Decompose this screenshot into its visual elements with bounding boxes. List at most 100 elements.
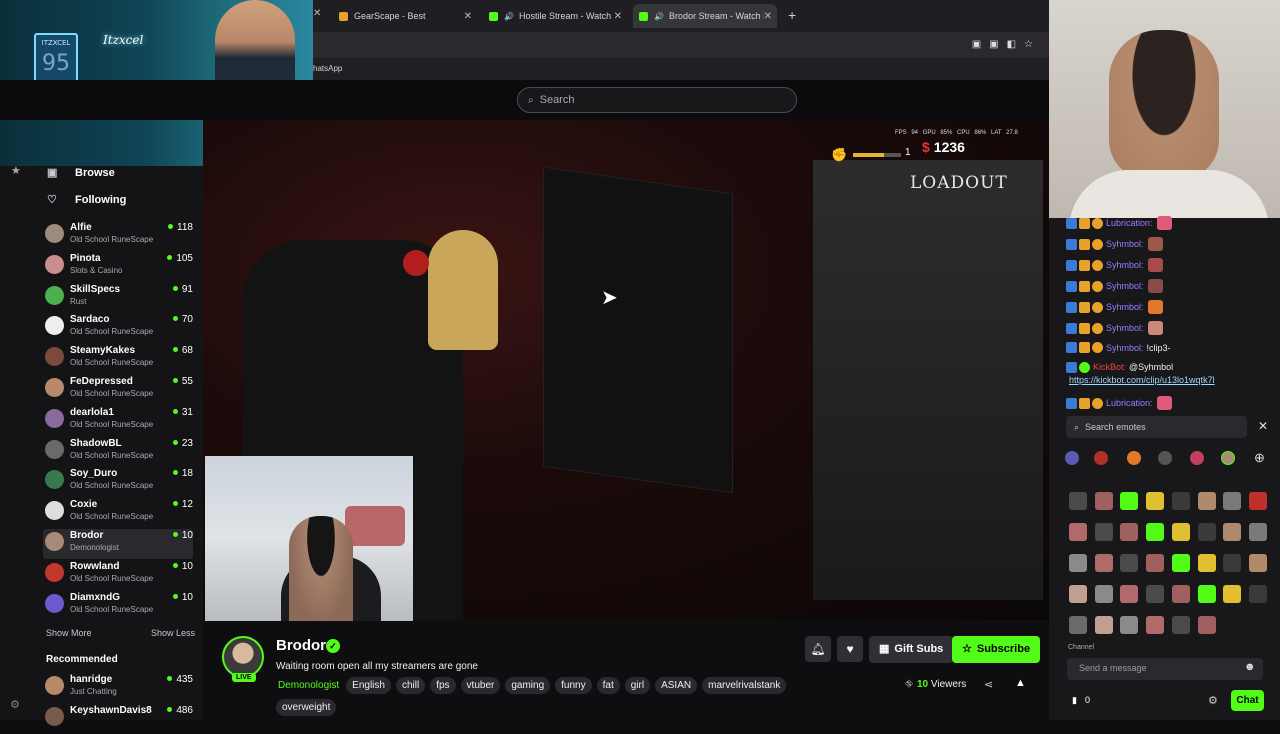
emote-icon[interactable] xyxy=(1223,523,1242,541)
emote-icon[interactable] xyxy=(1094,523,1113,541)
emote-icon[interactable] xyxy=(1248,585,1267,603)
extension-icons[interactable]: ▣▣◧☆ xyxy=(972,39,1041,50)
browser-tab-gearscape[interactable]: GearScape - Best ✕ xyxy=(333,4,477,28)
emote-icon[interactable] xyxy=(1223,492,1242,510)
tag-pill[interactable]: overweight xyxy=(276,699,337,716)
sidebar-channel-coxie[interactable]: Coxie Old School RuneScape 12 xyxy=(43,498,193,528)
emote-icon[interactable] xyxy=(1248,492,1267,510)
recommended-channel-keyshawndavis8[interactable]: KeyshawnDavis8 486 xyxy=(43,704,193,734)
emote-icon[interactable] xyxy=(1120,523,1139,541)
emote-tab-channel-icon[interactable] xyxy=(1221,451,1235,465)
tag-pill[interactable]: fps xyxy=(430,677,456,694)
share-icon[interactable]: ⋖ xyxy=(984,678,993,691)
emote-icon[interactable] xyxy=(1146,492,1165,510)
emote-icon[interactable] xyxy=(1120,492,1139,510)
sidebar-item-following[interactable]: ♡ Following xyxy=(47,193,126,207)
sidebar-channel-pinota[interactable]: Pinota Slots & Casino 105 xyxy=(43,252,193,282)
chat-username[interactable]: Syhmbol: xyxy=(1106,323,1144,333)
emote-icon[interactable] xyxy=(1069,523,1087,541)
sidebar-channel-alfie[interactable]: Alfie Old School RuneScape 118 xyxy=(43,221,193,251)
sidebar-channel-rowwland[interactable]: Rowwland Old School RuneScape 10 xyxy=(43,560,193,590)
emote-icon[interactable] xyxy=(1094,492,1113,510)
sidebar-item-browse[interactable]: ▣ Browse xyxy=(47,166,115,180)
emote-icon[interactable] xyxy=(1171,523,1190,541)
emote-icon[interactable] xyxy=(1120,585,1139,603)
emote-icon[interactable] xyxy=(1146,554,1165,572)
chat-username[interactable]: KickBot: xyxy=(1093,361,1126,374)
emote-icon[interactable] xyxy=(1069,616,1087,634)
emote-icon[interactable] xyxy=(1223,554,1242,572)
show-more-button[interactable]: Show More xyxy=(46,628,92,638)
emote-icon[interactable] xyxy=(1171,616,1190,634)
browser-tab-hostile[interactable]: 🔊 Hostile Stream - Watch Live ✕ xyxy=(483,4,627,28)
recommended-channel-hanridge[interactable]: hanridge Just Chatting 435 xyxy=(43,673,193,703)
sidebar-channel-sardaco[interactable]: Sardaco Old School RuneScape 70 xyxy=(43,313,193,343)
emote-icon[interactable] xyxy=(1094,585,1113,603)
emote-icon[interactable] xyxy=(1223,585,1242,603)
emote-icon[interactable] xyxy=(1146,585,1165,603)
close-icon[interactable]: ✕ xyxy=(1258,419,1268,433)
emote-tab-icon[interactable] xyxy=(1158,451,1172,465)
chat-username[interactable]: Syhmbol: xyxy=(1106,302,1144,312)
sidebar-channel-soy_duro[interactable]: Soy_Duro Old School RuneScape 18 xyxy=(43,467,193,497)
emote-icon[interactable] xyxy=(1171,585,1190,603)
chat-username[interactable]: Syhmbol: xyxy=(1106,239,1144,249)
globe-icon[interactable]: ⊕ xyxy=(1254,450,1265,466)
chat-username[interactable]: Lubrication: xyxy=(1106,218,1153,228)
chat-settings-icon[interactable]: ⚙ xyxy=(1208,694,1218,707)
tag-pill[interactable]: ASIAN xyxy=(655,677,698,694)
bookmark-whatsapp[interactable]: hatsApp xyxy=(313,64,342,73)
tag-pill[interactable]: funny xyxy=(555,677,592,694)
chat-link[interactable]: https://kickbot.com/clip/u13lo1wqtk7l xyxy=(1069,374,1215,387)
close-icon[interactable]: ✕ xyxy=(764,11,772,22)
emote-icon[interactable] xyxy=(1069,585,1087,603)
tag-pill[interactable]: fat xyxy=(596,677,620,694)
search-input[interactable]: ⌕ Search xyxy=(517,87,797,113)
emote-search-input[interactable]: ⌕ Search emotes xyxy=(1066,416,1247,438)
tab-close-icon[interactable]: ✕ xyxy=(313,8,321,19)
close-icon[interactable]: ✕ xyxy=(614,11,622,22)
chat-username[interactable]: Syhmbol: xyxy=(1106,281,1144,291)
emote-icon[interactable] xyxy=(1171,554,1190,572)
emote-icon[interactable] xyxy=(1069,554,1087,572)
sidebar-channel-skillspecs[interactable]: SkillSpecs Rust 91 xyxy=(43,283,193,313)
report-icon[interactable]: ▲ xyxy=(1015,677,1026,689)
subscribe-button[interactable]: ☆ Subscribe xyxy=(952,636,1041,663)
gift-subs-button[interactable]: ▦ Gift Subs xyxy=(869,636,954,663)
emote-tab-icon[interactable] xyxy=(1094,451,1108,465)
emote-icon[interactable] xyxy=(1197,585,1216,603)
tag-pill[interactable]: girl xyxy=(624,677,651,694)
tag-pill[interactable]: English xyxy=(346,677,391,694)
emote-icon[interactable] xyxy=(1146,523,1165,541)
emote-icon[interactable] xyxy=(1197,523,1216,541)
emote-icon[interactable] xyxy=(1094,616,1113,634)
chat-message-input[interactable]: Send a message xyxy=(1067,658,1263,680)
emote-icon[interactable] xyxy=(1248,554,1267,572)
sidebar-channel-steamykakes[interactable]: SteamyKakes Old School RuneScape 68 xyxy=(43,344,193,374)
notification-bell-button[interactable]: 🔔︎ xyxy=(805,636,831,662)
emote-icon[interactable] xyxy=(1197,554,1216,572)
streamer-name[interactable]: Brodor xyxy=(276,637,326,654)
sidebar-channel-fedepressed[interactable]: FeDepressed Old School RuneScape 55 xyxy=(43,375,193,405)
emote-icon[interactable] xyxy=(1171,492,1190,510)
sidebar-channel-brodor[interactable]: Brodor Demonologist 10 xyxy=(43,529,193,559)
send-chat-button[interactable]: Chat xyxy=(1231,690,1264,711)
close-icon[interactable]: ✕ xyxy=(464,11,472,22)
emote-icon[interactable] xyxy=(1197,616,1216,634)
emote-tab-icon[interactable] xyxy=(1190,451,1204,465)
browser-tab-brodor[interactable]: 🔊 Brodor Stream - Watch Live ✕ xyxy=(633,4,777,28)
emote-icon[interactable] xyxy=(1094,554,1113,572)
new-tab-button[interactable]: + xyxy=(788,7,796,23)
address-bar[interactable]: ▣▣◧☆ xyxy=(313,32,1049,58)
sidebar-channel-dearlola1[interactable]: dearlola1 Old School RuneScape 31 xyxy=(43,406,193,436)
sidebar-channel-diamxndg[interactable]: DiamxndG Old School RuneScape 10 xyxy=(43,591,193,621)
star-icon[interactable]: ★ xyxy=(11,164,21,177)
sidebar-channel-shadowbl[interactable]: ShadowBL Old School RuneScape 23 xyxy=(43,437,193,467)
emote-tab-icon[interactable] xyxy=(1127,451,1141,465)
emote-icon[interactable] xyxy=(1120,554,1139,572)
tag-pill[interactable]: chill xyxy=(395,677,426,694)
channel-points[interactable]: ▮ 0 xyxy=(1072,695,1090,706)
show-less-button[interactable]: Show Less xyxy=(151,628,195,638)
chat-username[interactable]: Syhmbol: xyxy=(1106,260,1144,270)
emote-icon[interactable] xyxy=(1120,616,1139,634)
